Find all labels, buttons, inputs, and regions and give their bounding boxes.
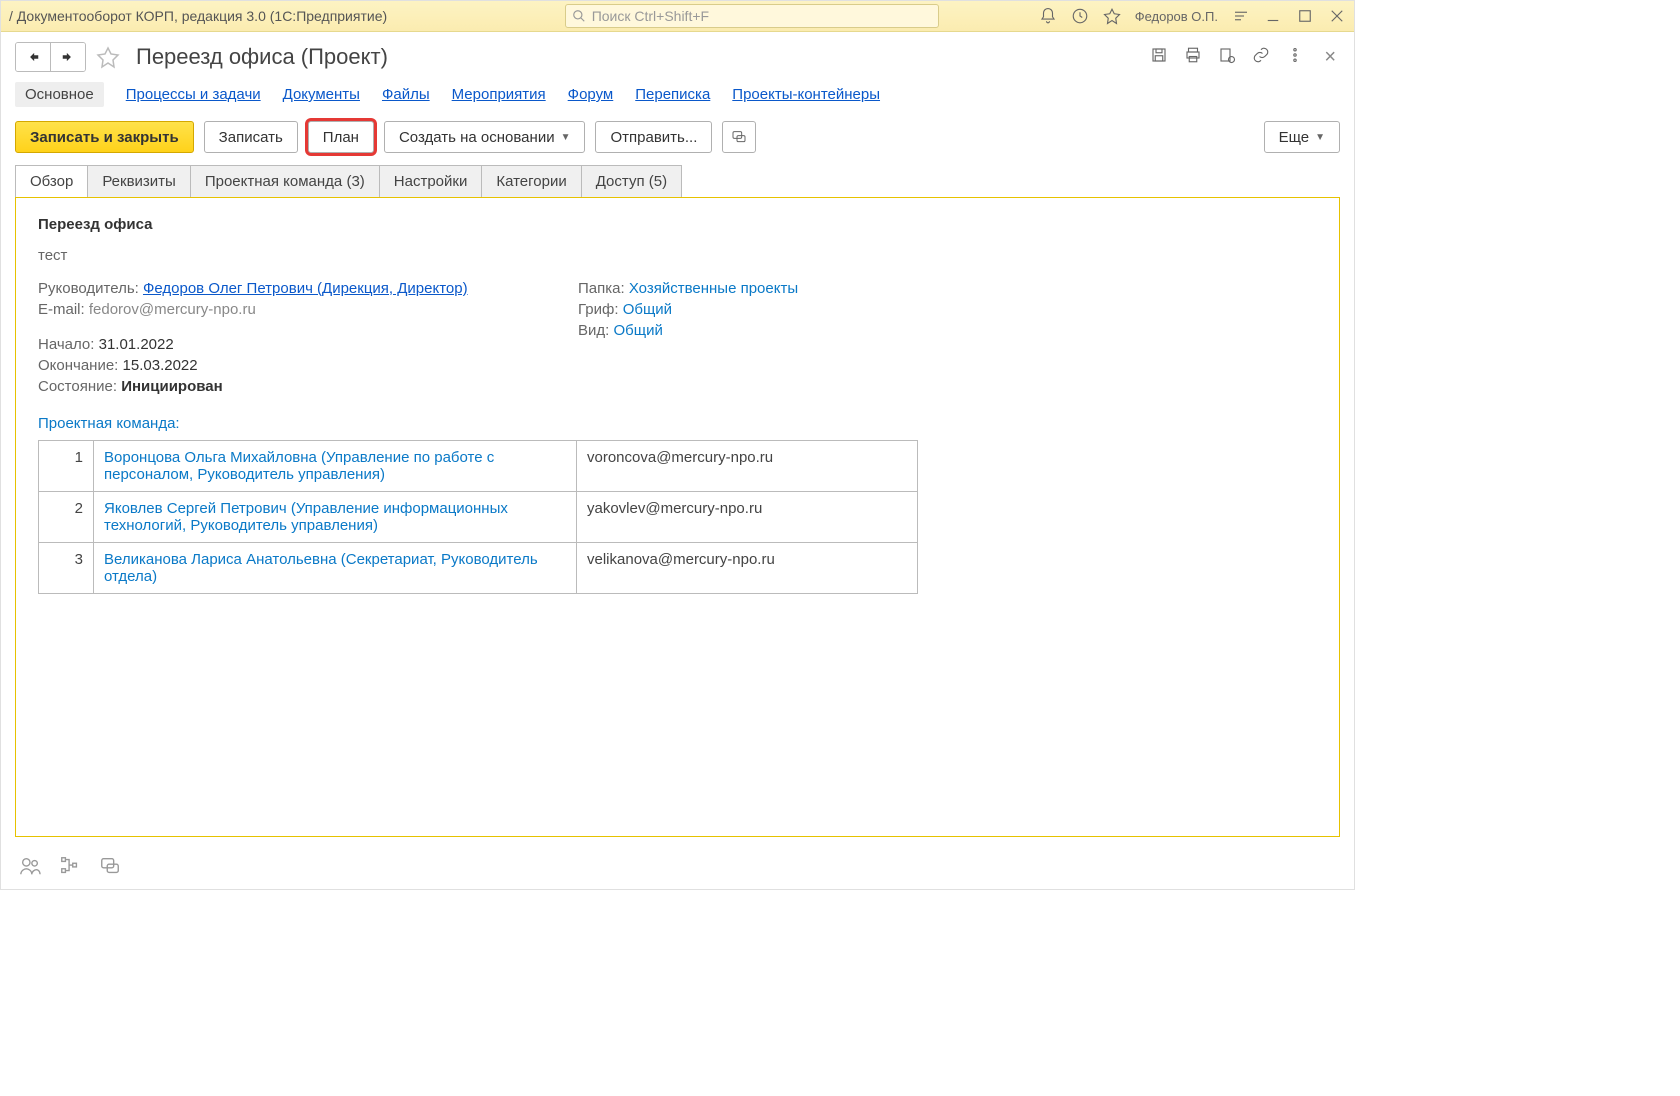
team-row-num: 2 (39, 492, 94, 543)
grif-link[interactable]: Общий (623, 301, 672, 318)
tab-requisites[interactable]: Реквизиты (87, 165, 191, 197)
create-based-button[interactable]: Создать на основании▼ (384, 121, 586, 153)
team-table: 1 Воронцова Ольга Михайловна (Управление… (38, 440, 918, 594)
team-member-mail: velikanova@mercury-npo.ru (577, 543, 918, 594)
users-icon[interactable] (19, 855, 41, 877)
detail-tabs: Обзор Реквизиты Проектная команда (3) На… (1, 165, 1354, 197)
table-row: 3 Великанова Лариса Анатольевна (Секрета… (39, 543, 918, 594)
search-icon (572, 9, 586, 23)
tab-access[interactable]: Доступ (5) (581, 165, 682, 197)
kebab-icon[interactable] (1286, 46, 1304, 68)
team-row-num: 3 (39, 543, 94, 594)
maximize-icon[interactable] (1296, 7, 1314, 25)
close-form-icon[interactable]: × (1320, 46, 1340, 69)
chat-icon[interactable] (99, 855, 121, 877)
end-value: 15.03.2022 (123, 357, 198, 374)
search-placeholder: Поиск Ctrl+Shift+F (592, 8, 709, 24)
save-button[interactable]: Записать (204, 121, 298, 153)
tab-overview[interactable]: Обзор (15, 165, 88, 197)
menu-icon[interactable] (1232, 7, 1250, 25)
email-label: E-mail: (38, 301, 85, 318)
end-label: Окончание: (38, 357, 118, 374)
team-member-link[interactable]: Великанова Лариса Анатольевна (Секретари… (104, 551, 538, 585)
tree-icon[interactable] (59, 855, 81, 877)
project-name: Переезд офиса (38, 216, 1317, 233)
tab-settings[interactable]: Настройки (379, 165, 483, 197)
team-caption: Проектная команда: (38, 415, 1317, 432)
page-title: Переезд офиса (Проект) (136, 44, 388, 70)
send-button[interactable]: Отправить... (595, 121, 712, 153)
navtab-processes[interactable]: Процессы и задачи (126, 86, 261, 103)
star-icon[interactable] (1103, 7, 1121, 25)
window-close-icon[interactable] (1328, 7, 1346, 25)
team-member-mail: voroncova@mercury-npo.ru (577, 441, 918, 492)
leader-label: Руководитель: (38, 280, 139, 297)
tab-categories[interactable]: Категории (481, 165, 581, 197)
nav-back-button[interactable] (16, 43, 50, 71)
navtab-forum[interactable]: Форум (568, 86, 614, 103)
bell-icon[interactable] (1039, 7, 1057, 25)
table-row: 1 Воронцова Ольга Михайловна (Управление… (39, 441, 918, 492)
grif-label: Гриф: (578, 301, 619, 318)
navtab-main[interactable]: Основное (15, 82, 104, 107)
titlebar: / Документооборот КОРП, редакция 3.0 (1С… (1, 1, 1354, 32)
navtab-events[interactable]: Мероприятия (452, 86, 546, 103)
navtab-files[interactable]: Файлы (382, 86, 430, 103)
discuss-button[interactable] (722, 121, 756, 153)
print-icon[interactable] (1184, 46, 1202, 68)
window-title: / Документооборот КОРП, редакция 3.0 (1С… (9, 8, 387, 24)
kind-link[interactable]: Общий (613, 322, 662, 339)
state-value: Инициирован (121, 378, 222, 395)
current-user[interactable]: Федоров О.П. (1135, 9, 1218, 24)
link-icon[interactable] (1252, 46, 1270, 68)
project-desc: тест (38, 247, 1317, 264)
page-header: Переезд офиса (Проект) × (1, 32, 1354, 78)
team-row-num: 1 (39, 441, 94, 492)
history-icon[interactable] (1071, 7, 1089, 25)
team-member-link[interactable]: Яковлев Сергей Петрович (Управление инфо… (104, 500, 508, 534)
navtab-correspondence[interactable]: Переписка (635, 86, 710, 103)
global-search[interactable]: Поиск Ctrl+Shift+F (565, 4, 939, 28)
team-member-link[interactable]: Воронцова Ольга Михайловна (Управление п… (104, 449, 494, 483)
leader-link[interactable]: Федоров Олег Петрович (Дирекция, Директо… (143, 280, 468, 297)
overview-panel: Переезд офиса тест Руководитель: Федоров… (15, 197, 1340, 837)
team-member-mail: yakovlev@mercury-npo.ru (577, 492, 918, 543)
toolbar: Записать и закрыть Записать План Создать… (1, 121, 1354, 165)
nav-back-forward (15, 42, 86, 72)
navtab-documents[interactable]: Документы (283, 86, 360, 103)
more-button[interactable]: Еще▼ (1264, 121, 1340, 153)
folder-link[interactable]: Хозяйственные проекты (629, 280, 798, 297)
footer-bar (1, 847, 1354, 889)
nav-forward-button[interactable] (50, 43, 85, 71)
start-value: 31.01.2022 (99, 336, 174, 353)
plan-button[interactable]: План (308, 121, 374, 153)
table-row: 2 Яковлев Сергей Петрович (Управление ин… (39, 492, 918, 543)
save-icon[interactable] (1150, 46, 1168, 68)
section-nav: Основное Процессы и задачи Документы Фай… (1, 78, 1354, 121)
leader-row: Руководитель: Федоров Олег Петрович (Дир… (38, 280, 518, 297)
kind-label: Вид: (578, 322, 609, 339)
folder-label: Папка: (578, 280, 625, 297)
save-close-button[interactable]: Записать и закрыть (15, 121, 194, 153)
preview-icon[interactable] (1218, 46, 1236, 68)
start-label: Начало: (38, 336, 94, 353)
email-row: E-mail: fedorov@mercury-npo.ru (38, 301, 518, 318)
navtab-containers[interactable]: Проекты-контейнеры (732, 86, 880, 103)
email-value: fedorov@mercury-npo.ru (89, 301, 256, 318)
tab-team[interactable]: Проектная команда (3) (190, 165, 380, 197)
favorite-toggle[interactable] (94, 43, 122, 71)
state-label: Состояние: (38, 378, 117, 395)
minimize-icon[interactable] (1264, 7, 1282, 25)
